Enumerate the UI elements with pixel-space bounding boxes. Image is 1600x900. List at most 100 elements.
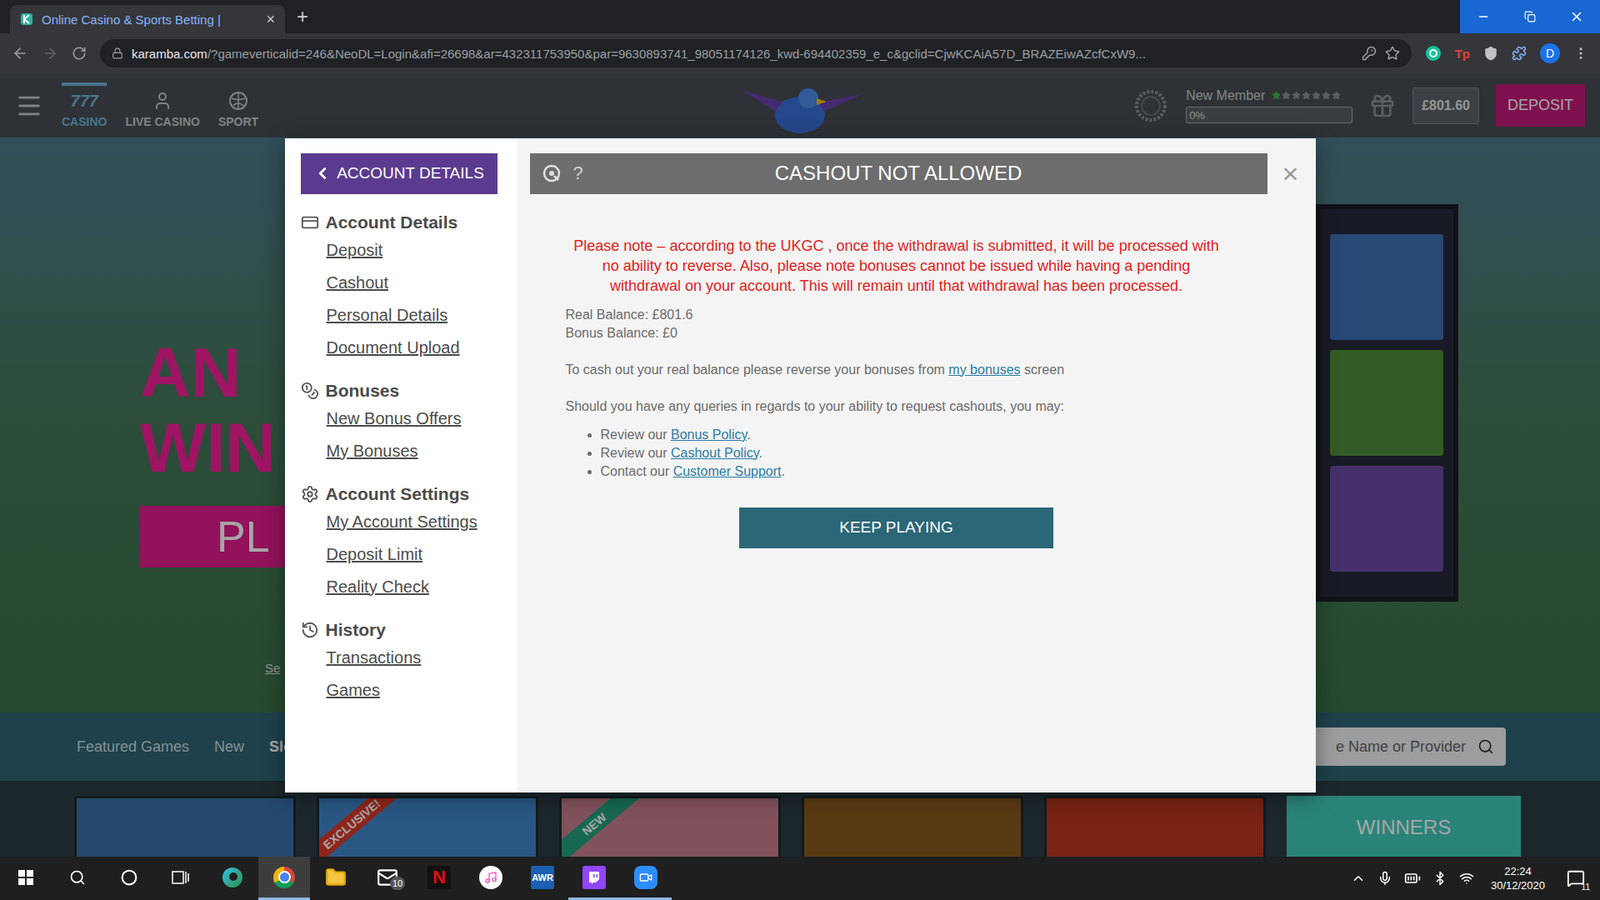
clock[interactable]: 22:2430/12/2020 (1485, 864, 1550, 893)
support-chat-icon[interactable] (541, 163, 562, 184)
site-favicon-icon (20, 12, 34, 26)
balance-list: Real Balance: £801.6Bonus Balance: £0 (565, 305, 1228, 343)
cortana-button[interactable] (103, 856, 155, 900)
sidebar-section: Account SettingsMy Account SettingsDepos… (300, 483, 502, 598)
queries-list: Review our Bonus Policy.Review our Casho… (565, 425, 1228, 481)
sidebar-link[interactable]: Games (300, 679, 502, 701)
policy-link[interactable]: Cashout Policy (670, 445, 760, 460)
forward-icon[interactable] (41, 45, 59, 62)
bluetooth-icon[interactable] (1432, 870, 1448, 886)
sidebar-link[interactable]: Personal Details (300, 304, 502, 326)
minimize-icon (1476, 10, 1490, 24)
keep-playing-button[interactable]: KEEP PLAYING (739, 507, 1054, 549)
sidebar-section: History Transactions Games (300, 619, 502, 701)
taskbar-app[interactable] (568, 856, 620, 900)
search-icon (69, 869, 86, 886)
system-tray: 22:2430/12/2020 11 (1350, 861, 1600, 895)
grammarly-icon[interactable] (1425, 45, 1442, 62)
taskbar-app[interactable] (465, 856, 517, 900)
modal-content: ?CASHOUT NOT ALLOWED×Please note – accor… (516, 138, 1316, 793)
cashout-instruction: To cash out your real balance please rev… (565, 360, 1228, 380)
sidebar-link[interactable]: Deposit Limit (300, 543, 502, 565)
sidebar-link[interactable]: My Bonuses (300, 440, 502, 462)
restore-button[interactable] (1506, 0, 1554, 34)
lock-icon (111, 47, 124, 60)
my-bonuses-link[interactable]: my bonuses (948, 362, 1020, 377)
url-host: karamba.com (131, 46, 208, 61)
screen: Online Casino & Sports Betting | × + karamb… (0, 0, 1600, 900)
sidebar-link[interactable]: Document Upload (300, 336, 502, 359)
close-icon (1569, 9, 1585, 25)
reload-icon[interactable] (71, 45, 87, 61)
policy-link[interactable]: Customer Support (673, 464, 782, 479)
netflix-icon: N (427, 865, 451, 890)
notification-center[interactable]: 11 (1561, 861, 1590, 895)
bookmark-star-icon[interactable] (1385, 45, 1400, 61)
chrome-icon (273, 866, 295, 889)
taskbar-app[interactable] (310, 856, 362, 900)
modal-title-bar: ? CASHOUT NOT ALLOWED (530, 153, 1268, 195)
sidebar-link[interactable]: New Bonus Offers (300, 407, 502, 430)
section-icon (300, 381, 320, 400)
url-text: karamba.com/?gameverticalid=246&NeoDL=Lo… (131, 46, 1354, 61)
chrome-core (278, 870, 291, 884)
task-view-button[interactable] (155, 856, 207, 900)
browser-tab[interactable]: Online Casino & Sports Betting | × (10, 5, 285, 34)
sidebar-section: BonusesNew Bonus OffersMy Bonuses (300, 380, 502, 462)
queries-item: Review our Bonus Policy. (600, 425, 1228, 445)
close-button[interactable] (1553, 0, 1600, 34)
address-bar: karamba.com/?gameverticalid=246&NeoDL=Lo… (0, 33, 1600, 74)
notification-count: 11 (1581, 882, 1590, 892)
sidebar-link[interactable]: Deposit (300, 239, 502, 261)
sidebar-section: Account Details Deposit Cashout Personal De… (300, 211, 502, 359)
taskbar-app[interactable]: N (413, 856, 465, 900)
microphone-icon[interactable] (1377, 870, 1393, 886)
queries-intro: Should you have any queries in regards t… (565, 397, 1228, 416)
battery-icon[interactable] (1404, 870, 1421, 887)
shield-icon[interactable] (1483, 45, 1499, 61)
help-button[interactable]: ? (573, 162, 584, 185)
tab-close[interactable]: × (265, 10, 275, 29)
account-details-button[interactable]: ACCOUNT DETAILS (300, 153, 498, 195)
new-tab-button[interactable]: + (296, 5, 309, 29)
minimize-button[interactable] (1460, 0, 1507, 34)
sidebar-link[interactable]: My Account Settings (300, 510, 502, 533)
profile-avatar[interactable]: D (1540, 43, 1560, 64)
taskbar-app[interactable] (258, 856, 310, 900)
modal-title: CASHOUT NOT ALLOWED (608, 161, 1190, 185)
chevron-left-icon (313, 164, 332, 183)
policy-link[interactable]: Bonus Policy (670, 427, 747, 442)
search-button[interactable] (51, 856, 104, 900)
sidebar-section-title: Account Details (300, 211, 502, 234)
queries-item: Review our Cashout Policy. (600, 444, 1228, 463)
twitch-icon (582, 865, 606, 890)
menu-icon[interactable] (1573, 45, 1589, 61)
zoom-icon (634, 865, 658, 890)
balance-line: Bonus Balance: £0 (565, 324, 1228, 343)
back-icon[interactable] (11, 45, 29, 62)
app-badge: 10 (390, 876, 405, 890)
account-sidebar: ACCOUNT DETAILS Account Details Deposit Cas… (285, 138, 517, 793)
key-icon[interactable] (1361, 45, 1377, 61)
taskbar-app[interactable] (206, 856, 259, 900)
queries-item: Contact our Customer Support. (600, 462, 1228, 481)
sidebar-link[interactable]: Reality Check (300, 575, 502, 598)
url-field[interactable]: karamba.com/?gameverticalid=246&NeoDL=Lo… (100, 39, 1412, 68)
windows-logo-icon (18, 870, 34, 885)
start-button[interactable] (0, 856, 52, 900)
sidebar-link[interactable]: Cashout (300, 271, 502, 294)
tab-title: Online Casino & Sports Betting | (41, 12, 258, 27)
wifi-icon[interactable] (1459, 870, 1475, 886)
cortana-icon (120, 869, 138, 886)
chevron-up-icon[interactable] (1350, 870, 1366, 886)
sidebar-section-title: History (300, 619, 502, 641)
extensions-icon[interactable] (1511, 45, 1527, 61)
awr-icon: AWR (530, 865, 555, 890)
taskbar-app[interactable]: AWR (516, 856, 569, 900)
modal-close-button[interactable]: × (1279, 157, 1303, 190)
taskbar-app[interactable]: 10 (361, 856, 414, 900)
extension-button[interactable]: Tp (1455, 46, 1470, 61)
clock-time: 22:24 (1504, 864, 1532, 879)
sidebar-link[interactable]: Transactions (300, 646, 502, 669)
taskbar-app[interactable] (620, 856, 672, 900)
